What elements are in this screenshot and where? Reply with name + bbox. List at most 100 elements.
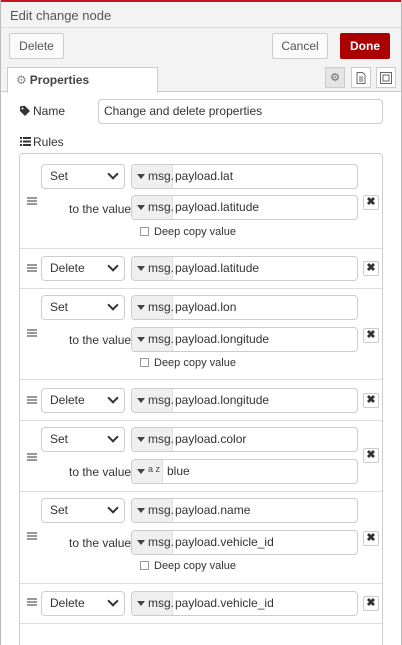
name-label-text: Name [33, 104, 66, 118]
type-select-button[interactable]: msg. [132, 389, 174, 412]
drag-handle-icon[interactable] [27, 598, 37, 606]
chevron-down-icon [107, 431, 119, 443]
chevron-down-icon [107, 299, 119, 311]
left-border [0, 0, 1, 645]
rule-value-input[interactable]: msg. payload.latitude [131, 195, 358, 220]
tabs-row: ⚙ Properties ⚙ [1, 65, 401, 93]
rule-divider [20, 623, 382, 624]
remove-rule-icon[interactable]: ✖ [363, 596, 379, 611]
rules-list: Set msg. payload.lat to the value msg. p… [19, 153, 383, 645]
type-select-button[interactable]: msg. [132, 328, 174, 351]
property-value: payload.color [175, 432, 247, 446]
rule-action-select[interactable]: Set [41, 164, 125, 189]
caret-down-icon [137, 266, 145, 271]
rule-divider [20, 583, 382, 584]
property-value: payload.lon [175, 300, 237, 314]
chevron-down-icon [107, 502, 119, 514]
type-select-button[interactable]: msg. [132, 531, 174, 554]
string-type-icon: a z [148, 464, 161, 474]
rule-action-select[interactable]: Set [41, 295, 125, 320]
to-the-value-label: to the value [69, 465, 132, 479]
rule-action-select[interactable]: Delete [41, 591, 125, 616]
name-label: Name [20, 104, 65, 118]
chevron-down-icon [107, 168, 119, 180]
type-select-button[interactable]: msg. [132, 196, 174, 219]
rule-property-input[interactable]: msg. payload.color [131, 427, 358, 452]
rule-property-input[interactable]: msg. payload.latitude [131, 256, 358, 281]
rule-property-input[interactable]: msg. payload.lat [131, 164, 358, 189]
name-input[interactable]: Change and delete properties [98, 99, 383, 124]
remove-rule-icon[interactable]: ✖ [363, 261, 379, 276]
type-select-button[interactable]: msg. [132, 165, 174, 188]
caret-down-icon [137, 337, 145, 342]
type-select-button[interactable]: msg. [132, 592, 174, 615]
cancel-button[interactable]: Cancel [272, 33, 328, 59]
type-select-button[interactable]: msg. [132, 428, 174, 451]
rule-divider [20, 491, 382, 492]
drag-handle-icon[interactable] [27, 264, 37, 272]
deep-copy-checkbox[interactable]: Deep copy value [140, 560, 236, 572]
remove-rule-icon[interactable]: ✖ [363, 393, 379, 408]
tab-properties-label: Properties [29, 73, 90, 87]
property-value: payload.lat [175, 169, 234, 183]
rule-action-select[interactable]: Set [41, 498, 125, 523]
checkbox-icon[interactable] [140, 358, 149, 367]
type-select-button[interactable]: a z [132, 460, 163, 483]
drag-handle-icon[interactable] [27, 396, 37, 404]
rules-label: Rules [20, 135, 64, 149]
checkbox-icon[interactable] [140, 561, 149, 570]
to-the-value-label: to the value [69, 333, 132, 347]
value-text: payload.vehicle_id [175, 535, 274, 549]
property-value: payload.name [175, 503, 251, 517]
rule-action-select[interactable]: Delete [41, 256, 125, 281]
deep-copy-checkbox[interactable]: Deep copy value [140, 357, 236, 369]
rule-divider [20, 379, 382, 380]
tray-toolbar: Delete Cancel Done [1, 28, 401, 65]
type-select-button[interactable]: msg. [132, 257, 174, 280]
delete-node-button[interactable]: Delete [9, 33, 64, 59]
caret-down-icon [137, 469, 145, 474]
caret-down-icon [137, 305, 145, 310]
chevron-down-icon [107, 595, 119, 607]
drag-handle-icon[interactable] [27, 197, 37, 205]
rule-action-select[interactable]: Delete [41, 388, 125, 413]
document-icon[interactable] [351, 67, 371, 88]
frame-icon[interactable] [376, 67, 396, 88]
rule-divider [20, 420, 382, 421]
drag-handle-icon[interactable] [27, 329, 37, 337]
checkbox-icon[interactable] [140, 227, 149, 236]
property-value: payload.longitude [175, 393, 270, 407]
tray-title: Edit change node [1, 2, 401, 28]
deep-copy-checkbox[interactable]: Deep copy value [140, 226, 236, 238]
rule-property-input[interactable]: msg. payload.name [131, 498, 358, 523]
rule-divider [20, 288, 382, 289]
rule-value-input[interactable]: a z blue [131, 459, 358, 484]
to-the-value-label: to the value [69, 536, 132, 550]
rule-value-input[interactable]: msg. payload.vehicle_id [131, 530, 358, 555]
property-value: payload.vehicle_id [175, 596, 274, 610]
rule-action-select[interactable]: Set [41, 427, 125, 452]
remove-rule-icon[interactable]: ✖ [363, 328, 379, 343]
caret-down-icon [137, 205, 145, 210]
value-text: payload.longitude [175, 332, 270, 346]
rule-property-input[interactable]: msg. payload.vehicle_id [131, 591, 358, 616]
drag-handle-icon[interactable] [27, 532, 37, 540]
tab-properties[interactable]: ⚙ Properties [7, 67, 158, 93]
caret-down-icon [137, 174, 145, 179]
tag-icon [20, 106, 30, 116]
drag-handle-icon[interactable] [27, 453, 37, 461]
gear-icon[interactable]: ⚙ [325, 67, 345, 88]
remove-rule-icon[interactable]: ✖ [363, 195, 379, 210]
done-button[interactable]: Done [340, 33, 390, 59]
value-text: payload.latitude [175, 200, 260, 214]
type-select-button[interactable]: msg. [132, 499, 174, 522]
list-icon [20, 137, 31, 146]
remove-rule-icon[interactable]: ✖ [363, 448, 379, 463]
type-select-button[interactable]: msg. [132, 296, 174, 319]
to-the-value-label: to the value [69, 202, 132, 216]
rule-property-input[interactable]: msg. payload.lon [131, 295, 358, 320]
remove-rule-icon[interactable]: ✖ [363, 531, 379, 546]
rule-property-input[interactable]: msg. payload.longitude [131, 388, 358, 413]
rule-value-input[interactable]: msg. payload.longitude [131, 327, 358, 352]
rules-label-text: Rules [33, 135, 64, 149]
